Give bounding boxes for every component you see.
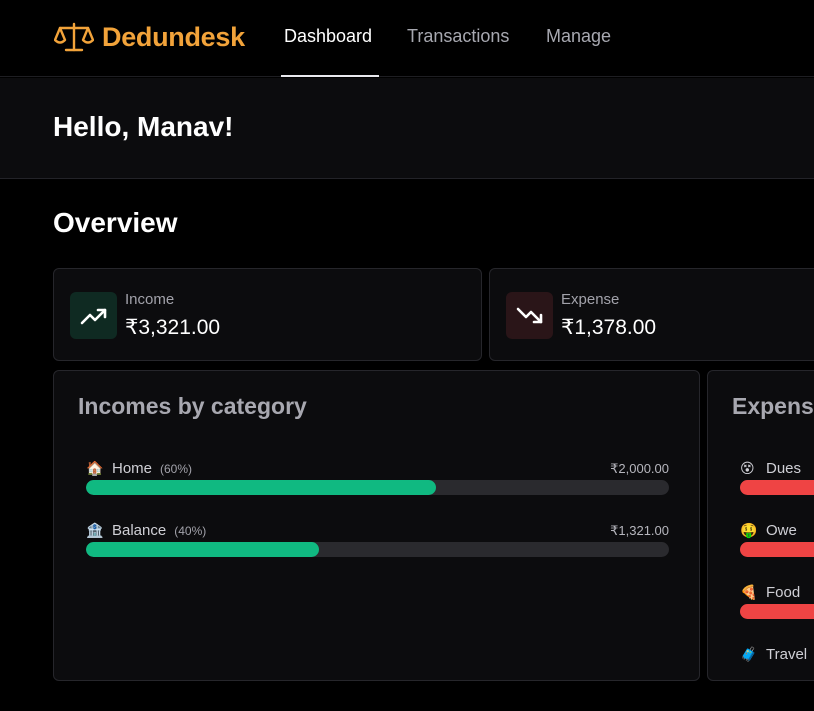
expense-category-row: 🤑 Owe xyxy=(740,522,814,562)
bank-icon: 🏦 xyxy=(86,522,104,538)
overview-title: Overview xyxy=(53,207,178,238)
greeting-text: Hello, Manav! xyxy=(53,111,234,142)
tab-transactions[interactable]: Transactions xyxy=(407,26,509,47)
income-category-row: 🏠 Home (60%) ₹2,000.00 xyxy=(86,460,669,500)
expenses-by-category-card: Expense 😵 Dues 🤑 Owe 🍕 Food 🧳 Travel xyxy=(707,370,814,681)
income-value: ₹3,321.00 xyxy=(125,316,221,339)
expense-icon-box xyxy=(506,292,553,339)
pizza-icon: 🍕 xyxy=(740,584,758,600)
incomes-by-category-title: Incomes by category xyxy=(78,393,307,419)
category-percent: (60%) xyxy=(160,461,193,476)
dizzy-face-icon: 😵 xyxy=(740,460,755,476)
income-icon-box xyxy=(70,292,117,339)
progress-track xyxy=(740,604,814,619)
progress-fill xyxy=(86,542,320,557)
expense-category-row: 🍕 Food xyxy=(740,584,814,624)
progress-track xyxy=(86,542,669,557)
category-name: Food xyxy=(766,584,801,601)
progress-track xyxy=(740,542,814,557)
top-navbar: Dedundesk Dashboard Transactions Manage xyxy=(0,0,814,77)
expenses-by-category-title: Expense xyxy=(732,393,814,419)
brand-logo[interactable]: Dedundesk xyxy=(54,20,245,54)
category-name: Owe xyxy=(766,522,797,539)
income-card: Income ₹3,321.00 xyxy=(53,268,482,361)
expense-label: Expense xyxy=(561,291,620,308)
scales-icon xyxy=(54,22,94,52)
incomes-by-category-card: Incomes by category 🏠 Home (60%) ₹2,000.… xyxy=(53,370,700,681)
money-face-icon: 🤑 xyxy=(740,522,758,538)
trending-up-icon xyxy=(80,308,106,324)
category-name: Dues xyxy=(766,460,802,477)
category-amount: ₹1,321.00 xyxy=(610,523,669,538)
category-percent: (40%) xyxy=(174,523,207,538)
income-label: Income xyxy=(125,291,175,308)
tab-manage[interactable]: Manage xyxy=(546,26,611,47)
progress-track xyxy=(740,480,814,495)
expense-value: ₹1,378.00 xyxy=(561,316,657,339)
tab-dashboard[interactable]: Dashboard xyxy=(284,26,372,47)
income-category-row: 🏦 Balance (40%) ₹1,321.00 xyxy=(86,522,669,562)
progress-fill xyxy=(86,480,436,495)
luggage-icon: 🧳 xyxy=(740,646,758,662)
category-name: Balance xyxy=(112,522,167,539)
progress-track xyxy=(86,480,669,495)
category-amount: ₹2,000.00 xyxy=(610,461,669,476)
home-icon: 🏠 xyxy=(86,460,104,476)
category-name: Home xyxy=(112,460,153,477)
brand-name: Dedundesk xyxy=(102,21,245,52)
expense-card: Expense ₹1,378.00 xyxy=(489,268,814,361)
trending-down-icon xyxy=(516,307,542,323)
category-name: Travel xyxy=(766,646,808,663)
active-tab-indicator xyxy=(281,75,379,77)
expense-category-row: 😵 Dues xyxy=(740,460,814,500)
expense-category-row: 🧳 Travel xyxy=(740,646,814,680)
